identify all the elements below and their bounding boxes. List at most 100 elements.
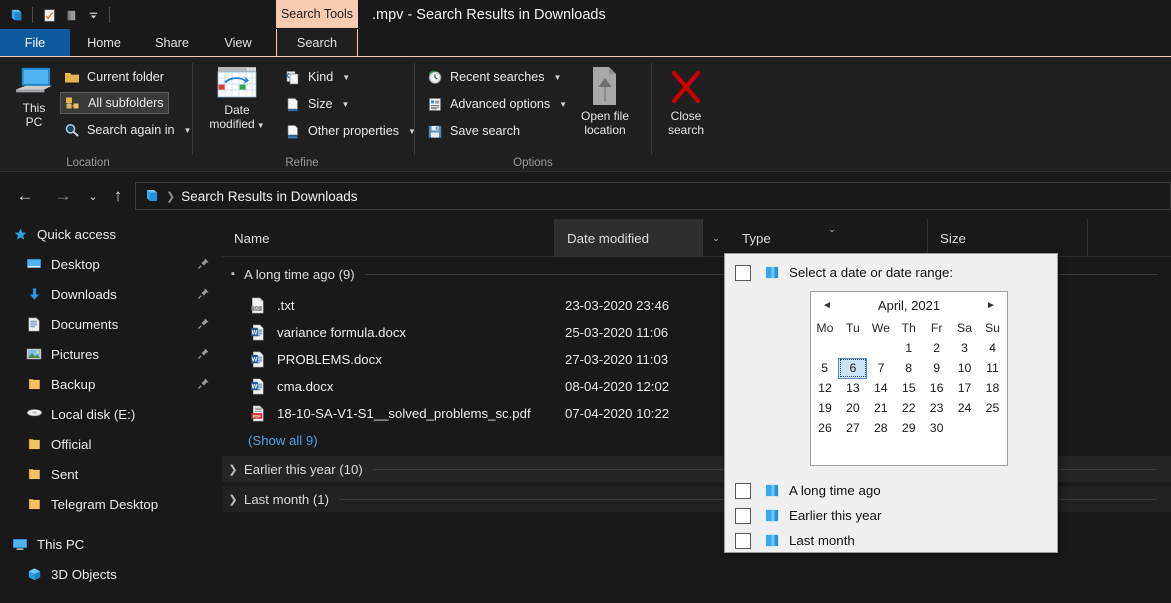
properties-icon[interactable] xyxy=(38,4,60,26)
calendar-day[interactable] xyxy=(839,338,867,358)
calendar-day[interactable]: 30 xyxy=(923,418,951,438)
navigation-sidebar[interactable]: Quick access Desktop Downloads Documents xyxy=(0,219,222,603)
calendar-day[interactable]: 4 xyxy=(979,338,1007,358)
calendar-day[interactable]: 2 xyxy=(923,338,951,358)
calendar-widget[interactable]: ◄ April, 2021 ► Mo Tu We Th Fr Sa Su 1 2… xyxy=(810,291,1008,466)
back-button[interactable]: ← xyxy=(10,181,40,211)
up-button[interactable]: ↑ xyxy=(103,181,133,211)
sidebar-item-telegram-desktop[interactable]: Telegram Desktop xyxy=(0,489,222,519)
size-button[interactable]: Size ▼ xyxy=(281,93,353,115)
close-search-button[interactable]: Close search xyxy=(653,65,719,137)
calendar-next-month-icon[interactable]: ► xyxy=(984,300,998,311)
save-search-button[interactable]: Save search xyxy=(423,120,524,142)
date-option-checkbox[interactable] xyxy=(735,532,751,549)
sidebar-item-pictures[interactable]: Pictures xyxy=(0,339,222,369)
calendar-day[interactable]: 13 xyxy=(839,378,867,398)
other-properties-button[interactable]: Other properties ▼ xyxy=(281,120,420,142)
sidebar-item-3d-objects[interactable]: 3D Objects xyxy=(0,559,222,589)
column-header-date-modified[interactable]: Date modified xyxy=(555,219,703,257)
address-bar[interactable]: ❯ Search Results in Downloads xyxy=(135,182,1171,210)
select-date-range-row[interactable]: Select a date or date range: xyxy=(725,260,1057,285)
column-header-size[interactable]: Size xyxy=(928,219,1088,257)
date-option-last-month[interactable]: Last month xyxy=(725,528,1057,553)
calendar-day[interactable]: 14 xyxy=(867,378,895,398)
pin-icon[interactable] xyxy=(197,317,210,330)
open-file-location-button[interactable]: Open file location xyxy=(565,65,645,137)
calendar-prev-month-icon[interactable]: ◄ xyxy=(820,300,834,311)
sidebar-item-desktop[interactable]: Desktop xyxy=(0,249,222,279)
calendar-day[interactable]: 23 xyxy=(923,398,951,418)
calendar-day[interactable]: 22 xyxy=(895,398,923,418)
search-again-in-button[interactable]: Search again in ▼ xyxy=(60,119,195,141)
calendar-day[interactable]: 17 xyxy=(951,378,979,398)
forward-button[interactable]: → xyxy=(48,181,78,211)
calendar-day[interactable]: 10 xyxy=(951,358,979,378)
chevron-right-icon[interactable]: ❯ xyxy=(222,493,244,506)
calendar-day[interactable]: 18 xyxy=(979,378,1007,398)
date-modified-button[interactable]: Date modified ▼ xyxy=(203,65,271,133)
calendar-day[interactable] xyxy=(979,418,1007,438)
date-filter-popup[interactable]: Select a date or date range: ◄ April, 20… xyxy=(724,253,1058,553)
this-pc-button[interactable]: This PC xyxy=(10,65,58,129)
calendar-day[interactable]: 5 xyxy=(811,358,839,378)
sidebar-item-local-disk-e[interactable]: Local disk (E:) xyxy=(0,399,222,429)
sidebar-item-documents[interactable]: Documents xyxy=(0,309,222,339)
calendar-day[interactable]: 19 xyxy=(811,398,839,418)
calendar-day[interactable]: 9 xyxy=(923,358,951,378)
calendar-day[interactable]: 15 xyxy=(895,378,923,398)
date-option-earlier-this-year[interactable]: Earlier this year xyxy=(725,503,1057,528)
recent-searches-button[interactable]: Recent searches ▼ xyxy=(423,66,565,88)
tab-view[interactable]: View xyxy=(206,29,270,57)
calendar-day[interactable] xyxy=(867,338,895,358)
sidebar-item-quick-access[interactable]: Quick access xyxy=(0,219,222,249)
pin-icon[interactable] xyxy=(197,347,210,360)
calendar-day[interactable]: 8 xyxy=(895,358,923,378)
sidebar-item-sent[interactable]: Sent xyxy=(0,459,222,489)
new-folder-icon[interactable] xyxy=(60,4,82,26)
group-expanded-icon[interactable]: ▪ xyxy=(222,268,244,280)
customize-dropdown-icon[interactable] xyxy=(82,4,104,26)
breadcrumb-current[interactable]: Search Results in Downloads xyxy=(181,189,357,204)
date-option-a-long-time-ago[interactable]: A long time ago xyxy=(725,478,1057,503)
select-date-range-checkbox[interactable] xyxy=(735,264,751,281)
calendar-day[interactable]: 7 xyxy=(867,358,895,378)
pin-icon[interactable] xyxy=(197,287,210,300)
calendar-day[interactable]: 12 xyxy=(811,378,839,398)
date-option-checkbox[interactable] xyxy=(735,482,751,499)
column-header-name[interactable]: Name xyxy=(222,219,555,257)
pin-icon[interactable] xyxy=(197,257,210,270)
explorer-icon[interactable] xyxy=(5,4,27,26)
sidebar-item-official[interactable]: Official xyxy=(0,429,222,459)
calendar-day[interactable] xyxy=(811,338,839,358)
calendar-day[interactable]: 24 xyxy=(951,398,979,418)
calendar-day[interactable]: 11 xyxy=(979,358,1007,378)
calendar-day[interactable]: 20 xyxy=(839,398,867,418)
column-header-date-modified-chevron-icon[interactable]: ⌄ xyxy=(703,219,729,257)
column-header-type-chevron-icon[interactable]: ⌄ xyxy=(819,210,845,248)
calendar-day-selected[interactable]: 6 xyxy=(838,357,868,379)
date-option-checkbox[interactable] xyxy=(735,507,751,524)
calendar-day[interactable]: 28 xyxy=(867,418,895,438)
calendar-day[interactable] xyxy=(951,418,979,438)
calendar-day[interactable]: 27 xyxy=(839,418,867,438)
calendar-day[interactable]: 1 xyxy=(895,338,923,358)
kind-button[interactable]: Kind ▼ xyxy=(281,66,354,88)
sidebar-item-backup[interactable]: Backup xyxy=(0,369,222,399)
calendar-day[interactable]: 3 xyxy=(951,338,979,358)
calendar-day[interactable]: 29 xyxy=(895,418,923,438)
tab-search[interactable]: Search xyxy=(276,29,358,57)
tab-file[interactable]: File xyxy=(0,29,70,57)
calendar-day[interactable]: 25 xyxy=(979,398,1007,418)
sidebar-item-downloads[interactable]: Downloads xyxy=(0,279,222,309)
advanced-options-button[interactable]: Advanced options ▼ xyxy=(423,93,571,115)
all-subfolders-button[interactable]: All subfolders xyxy=(60,92,169,114)
pin-icon[interactable] xyxy=(197,377,210,390)
tab-share[interactable]: Share xyxy=(138,29,206,57)
calendar-day[interactable]: 26 xyxy=(811,418,839,438)
calendar-month-title[interactable]: April, 2021 xyxy=(834,298,984,313)
calendar-grid[interactable]: Mo Tu We Th Fr Sa Su 1 2 3 4 5 6 7 8 9 1… xyxy=(811,318,1007,438)
calendar-day[interactable]: 16 xyxy=(923,378,951,398)
calendar-day[interactable]: 21 xyxy=(867,398,895,418)
chevron-right-icon[interactable]: ❯ xyxy=(222,463,244,476)
tab-home[interactable]: Home xyxy=(70,29,138,57)
